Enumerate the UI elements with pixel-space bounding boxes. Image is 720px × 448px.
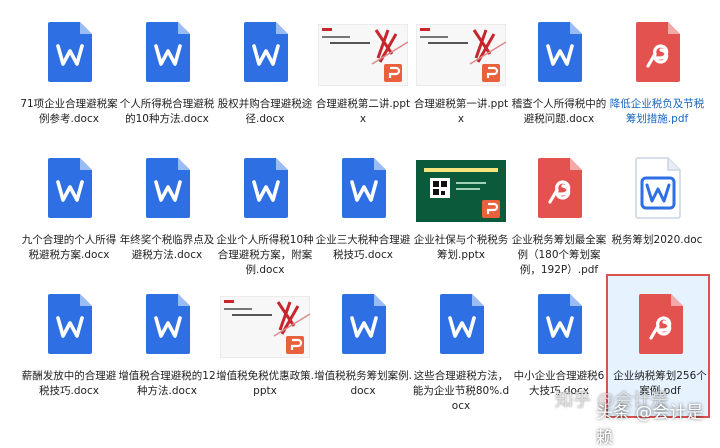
file-name-label: 合理避税第二讲.pptx [315, 98, 411, 125]
word-doc-icon [216, 156, 314, 224]
word-doc-icon [412, 292, 510, 360]
file-item[interactable]: 合理避税第一讲.pptx [412, 12, 510, 150]
pdf-doc-icon [611, 292, 709, 360]
word-doc-icon [20, 292, 118, 360]
file-item[interactable]: 这些合理避税方法，能为企业节税80%.docx [412, 284, 510, 422]
file-name-label: 降低企业税负及节税筹划措施.pdf [609, 98, 705, 125]
file-item[interactable]: 企业社保与个税税务筹划.pptx [412, 148, 510, 286]
file-name-label: 税务筹划2020.doc [611, 234, 703, 246]
file-name-label: 九个合理的个人所得税避税方案.docx [21, 234, 117, 261]
pptx-thumbnail-icon [216, 292, 314, 360]
word-doc-outline-icon [608, 156, 706, 224]
file-item[interactable]: 稽查个人所得税中的避税问题.docx [510, 12, 608, 150]
file-name-label: 企业三大税种合理避税技巧.docx [315, 234, 411, 261]
file-name-label: 增值税税务筹划案例.docx [314, 370, 412, 397]
file-name-label: 企业个人所得税10种合理避税方案，附案例.docx [216, 234, 314, 276]
file-name-label: 企业税务筹划最全案例（180个筹划案例，192P）.pdf [511, 234, 607, 276]
file-item[interactable]: 降低企业税负及节税筹划措施.pdf [608, 12, 706, 150]
pptx-thumbnail-green-icon [412, 156, 510, 224]
file-name-label: 这些合理避税方法，能为企业节税80%.docx [412, 370, 510, 412]
word-doc-icon [510, 292, 608, 360]
file-item[interactable]: 增值税税务筹划案例.docx [314, 284, 412, 422]
file-grid: 71项企业合理避税案例参考.docx 个人所得税合理避税的10种方法.docx … [0, 0, 720, 430]
word-doc-icon [20, 20, 118, 88]
word-doc-icon [314, 292, 412, 360]
file-item[interactable]: 合理避税第二讲.pptx [314, 12, 412, 150]
word-doc-icon [216, 20, 314, 88]
file-name-label: 企业社保与个税税务筹划.pptx [413, 234, 509, 261]
file-name-label: 薪酬发放中的合理避税技巧.docx [21, 370, 117, 397]
file-item[interactable]: 增值税合理避税的12种方法.docx [118, 284, 216, 422]
pdf-doc-icon [608, 20, 706, 88]
file-name-label: 年终奖个税临界点及避税方法.docx [119, 234, 215, 261]
file-name-label: 个人所得税合理避税的10种方法.docx [119, 98, 215, 125]
pptx-thumbnail-icon [314, 20, 412, 88]
file-item[interactable]: 71项企业合理避税案例参考.docx [20, 12, 118, 150]
word-doc-icon [118, 20, 216, 88]
file-name-label: 合理避税第一讲.pptx [413, 98, 509, 125]
file-item[interactable]: 个人所得税合理避税的10种方法.docx [118, 12, 216, 150]
file-name-label: 稽查个人所得税中的避税问题.docx [511, 98, 607, 125]
file-item[interactable]: 年终奖个税临界点及避税方法.docx [118, 148, 216, 286]
pdf-doc-icon [510, 156, 608, 224]
file-name-label: 增值税合理避税的12种方法.docx [118, 370, 216, 397]
file-name-label: 增值税免税优惠政策.pptx [216, 370, 314, 397]
pptx-thumbnail-icon [412, 20, 510, 88]
file-item[interactable]: 企业个人所得税10种合理避税方案，附案例.docx [216, 148, 314, 286]
file-item[interactable]: 薪酬发放中的合理避税技巧.docx [20, 284, 118, 422]
file-name-label: 71项企业合理避税案例参考.docx [20, 98, 118, 125]
file-item[interactable]: 增值税免税优惠政策.pptx [216, 284, 314, 422]
word-doc-icon [118, 156, 216, 224]
file-name-label: 股权并购合理避税途径.docx [217, 98, 313, 125]
word-doc-icon [314, 156, 412, 224]
word-doc-icon [118, 292, 216, 360]
word-doc-icon [510, 20, 608, 88]
file-item[interactable]: 股权并购合理避税途径.docx [216, 12, 314, 150]
file-item[interactable]: 企业三大税种合理避税技巧.docx [314, 148, 412, 286]
word-doc-icon [20, 156, 118, 224]
file-item[interactable]: 九个合理的个人所得税避税方案.docx [20, 148, 118, 286]
watermark-toutiao: 头条 @会计是赖 [596, 403, 704, 448]
file-item[interactable]: 企业税务筹划最全案例（180个筹划案例，192P）.pdf [510, 148, 608, 286]
file-item[interactable]: 税务筹划2020.doc [608, 148, 706, 286]
